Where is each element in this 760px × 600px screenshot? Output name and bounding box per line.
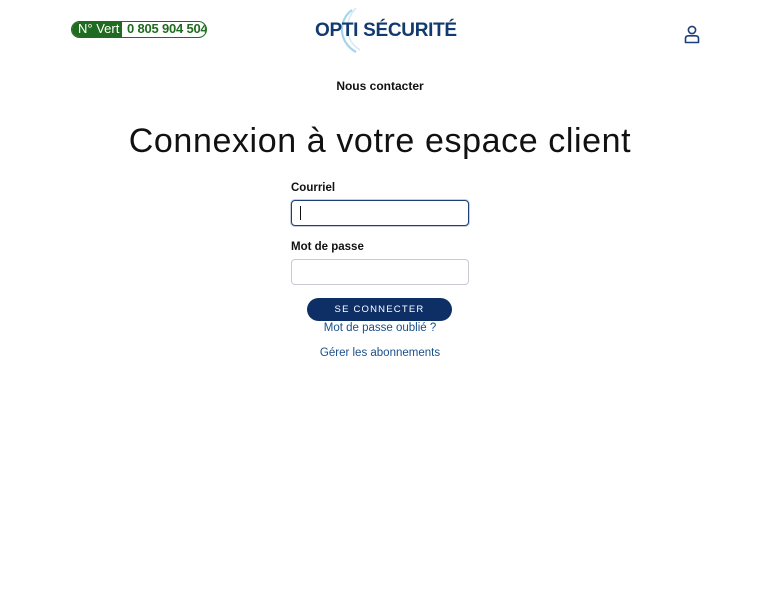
logo-wordmark: OPTI SÉCURITÉ [315,20,457,41]
site-header: N° Vert 0 805 904 504 OPTI SÉCURITÉ [0,0,760,60]
nav-contact-link[interactable]: Nous contacter [336,79,423,93]
forgot-password-link[interactable]: Mot de passe oublié ? [0,322,760,334]
login-button[interactable]: SE CONNECTER [307,298,452,321]
user-icon [684,25,700,44]
numero-vert-tag: N° Vert [72,22,122,37]
email-label: Courriel [291,182,336,194]
email-field-wrap [291,200,469,226]
login-form: Courriel Mot de passe [291,182,469,285]
text-cursor [300,206,301,220]
numero-vert-badge[interactable]: N° Vert 0 805 904 504 [71,21,207,38]
manage-subscriptions-link[interactable]: Gérer les abonnements [0,347,760,359]
brand-logo[interactable]: OPTI SÉCURITÉ [312,6,457,54]
password-field[interactable] [291,259,469,285]
account-button[interactable] [683,24,701,44]
main-nav: Nous contacter [0,77,760,95]
email-field[interactable] [291,200,469,226]
password-label: Mot de passe [291,241,364,253]
page-title: Connexion à votre espace client [128,122,632,160]
numero-vert-number: 0 805 904 504 [127,21,207,36]
